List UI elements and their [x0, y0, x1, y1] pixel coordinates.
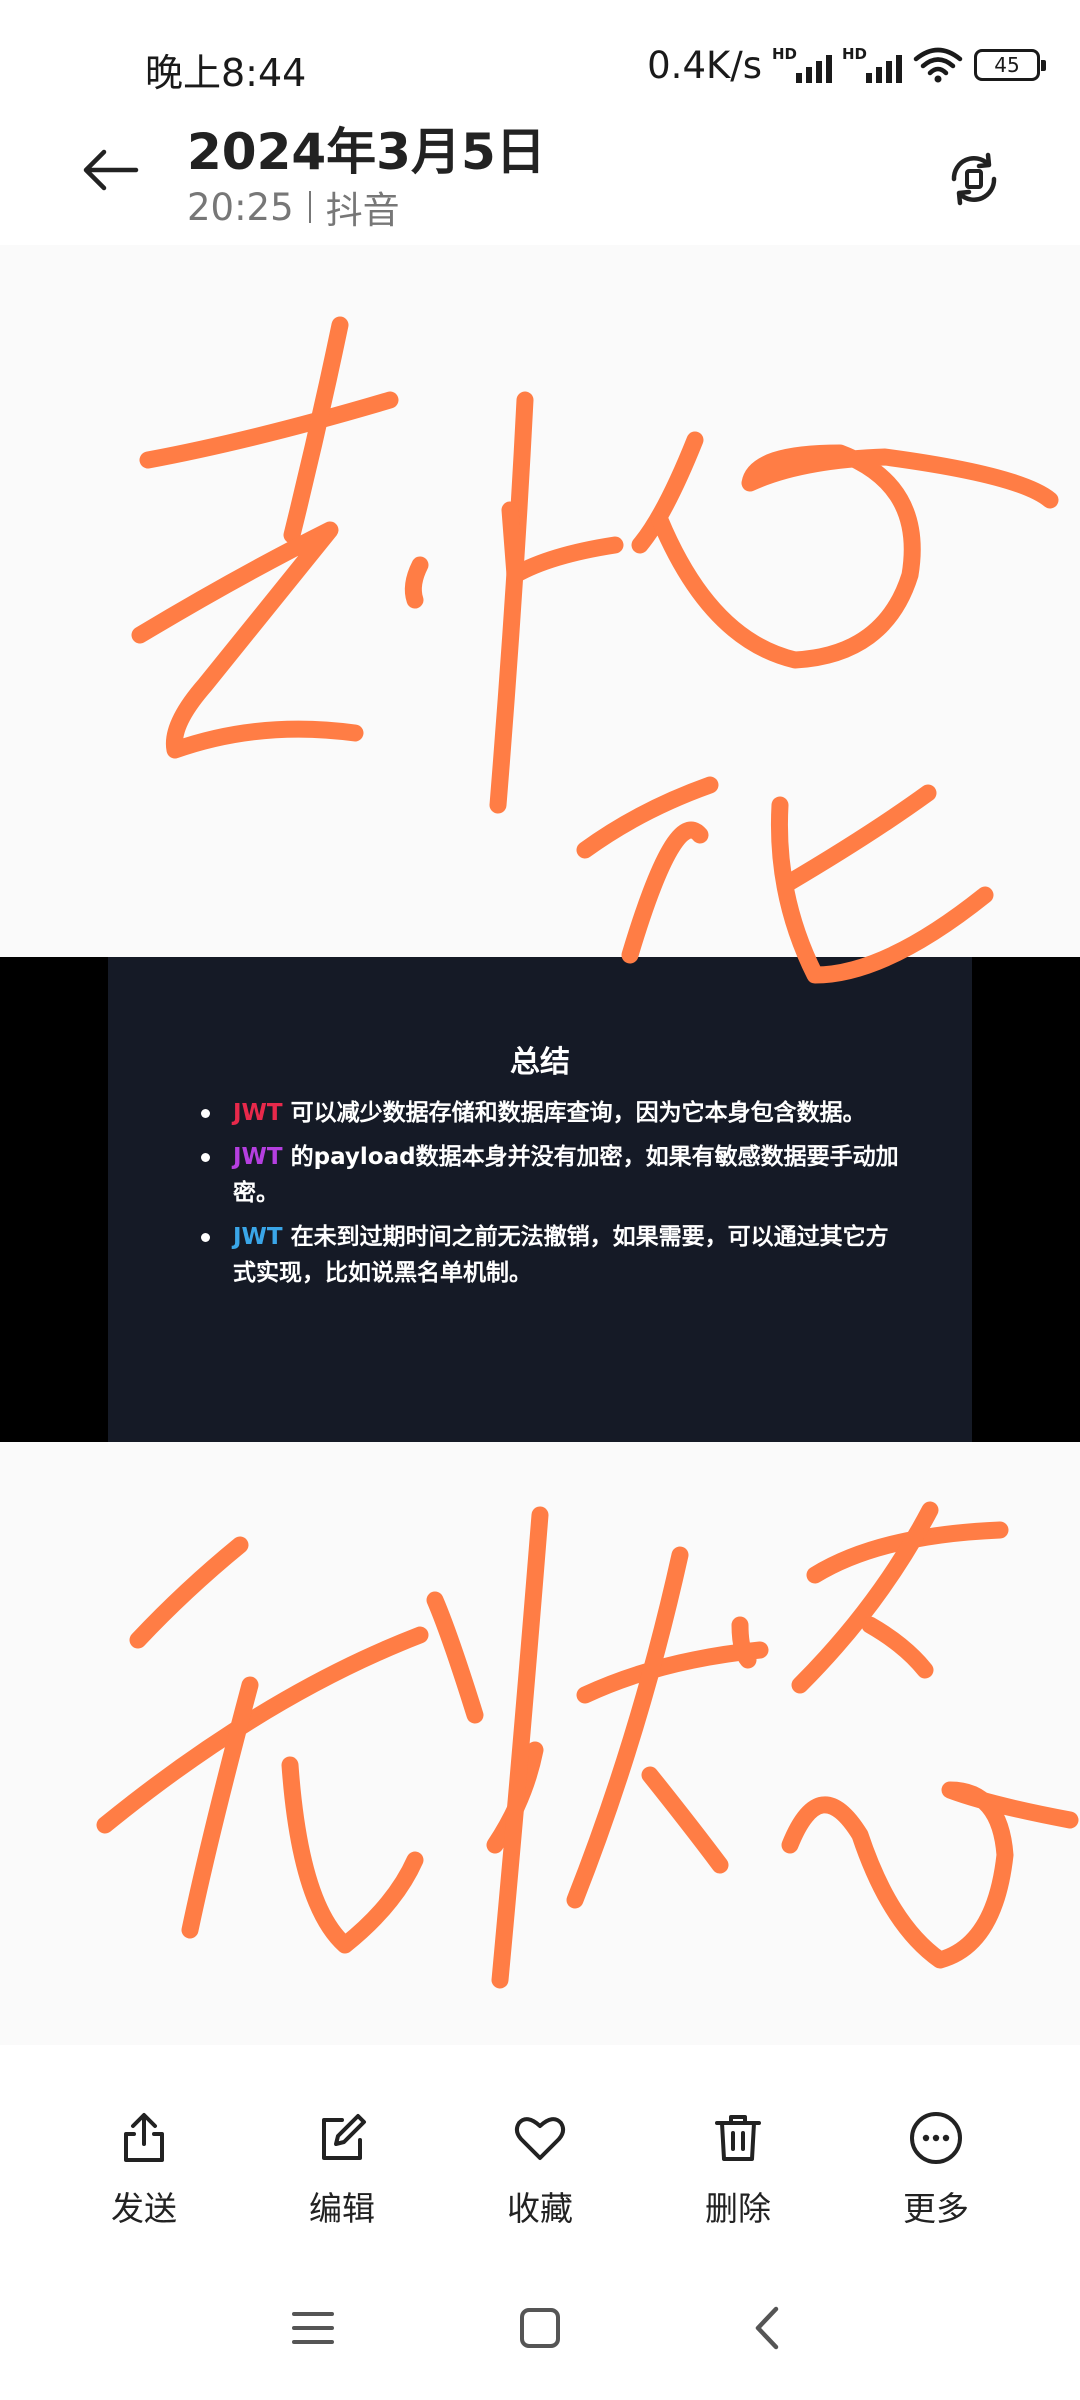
- sim1-hd-tag: HD: [772, 45, 798, 63]
- divider: [308, 191, 311, 223]
- favorite-label: 收藏: [507, 2189, 573, 2228]
- status-time: 晚上8:44: [145, 51, 307, 95]
- edit-label: 编辑: [309, 2189, 375, 2228]
- more-icon: [910, 2112, 962, 2164]
- rotate-button[interactable]: [935, 140, 1013, 218]
- slide-title: 总结: [510, 1045, 570, 1080]
- slide-bullet: JWT 的payload数据本身并没有加密，如果有敏感数据要手动加密。: [201, 1139, 908, 1211]
- send-button[interactable]: 发送: [69, 2110, 219, 2230]
- more-button[interactable]: 更多: [861, 2110, 1011, 2230]
- slide-band: 总结 JWT 可以减少数据存储和数据库查询，因为它本身包含数据。 JWT 的payl…: [0, 957, 1080, 1442]
- rotate-icon: [951, 152, 997, 206]
- back-icon: [755, 2306, 778, 2349]
- trash-icon: [715, 2115, 761, 2161]
- capture-time: 20:25: [187, 185, 294, 229]
- more-label: 更多: [903, 2189, 969, 2228]
- slide-image: 总结 JWT 可以减少数据存储和数据库查询，因为它本身包含数据。 JWT 的payl…: [108, 957, 972, 1442]
- edit-icon: [322, 2114, 366, 2160]
- sim2-hd-tag: HD: [842, 45, 868, 63]
- signal-icon: HD: [842, 45, 902, 85]
- image-viewer[interactable]: 总结 JWT 可以减少数据存储和数据库查询，因为它本身包含数据。 JWT 的payl…: [0, 245, 1080, 2045]
- nav-home-button[interactable]: [500, 2288, 580, 2368]
- battery-icon: 45: [974, 49, 1046, 81]
- slide-bullets: JWT 可以减少数据存储和数据库查询，因为它本身包含数据。 JWT 的payload…: [201, 1095, 908, 1299]
- arrow-left-icon: [83, 149, 139, 191]
- delete-label: 删除: [705, 2189, 771, 2228]
- bullet-text: 可以减少数据存储和数据库查询，因为它本身包含数据。: [290, 1100, 866, 1126]
- bottom-toolbar: 发送 编辑 收藏 删除 更多: [0, 2045, 1080, 2255]
- status-indicators: 0.4K/s HD HD 45: [647, 40, 1046, 90]
- slide-bullet: JWT 可以减少数据存储和数据库查询，因为它本身包含数据。: [201, 1095, 908, 1131]
- back-button[interactable]: [70, 130, 150, 210]
- edit-button[interactable]: 编辑: [267, 2110, 417, 2230]
- send-label: 发送: [111, 2189, 177, 2228]
- bullet-keyword: JWT: [233, 1100, 283, 1126]
- header: 2024年3月5日 20:25 抖音: [0, 110, 1080, 245]
- nav-menu-button[interactable]: [273, 2288, 353, 2368]
- system-nav-bar: [0, 2255, 1080, 2400]
- home-icon: [519, 2307, 560, 2348]
- bullet-text: 在未到过期时间之前无法撤销，如果需要，可以通过其它方式实现，比如说黑名单机制。: [233, 1224, 889, 1286]
- bullet-keyword: JWT: [233, 1144, 283, 1170]
- nav-back-button[interactable]: [727, 2288, 807, 2368]
- bullet-keyword: JWT: [233, 1224, 283, 1250]
- page-title: 2024年3月5日: [187, 123, 546, 181]
- wifi-icon: [913, 47, 963, 83]
- favorite-button[interactable]: 收藏: [465, 2110, 615, 2230]
- signal-icon: HD: [772, 45, 832, 85]
- share-icon: [124, 2113, 164, 2162]
- battery-level: 45: [994, 53, 1020, 77]
- status-bar: 晚上8:44 0.4K/s HD HD 45: [0, 0, 1080, 110]
- capture-source: 抖音: [325, 189, 400, 232]
- network-speed: 0.4K/s: [647, 43, 762, 87]
- page-subtitle: 20:25 抖音: [187, 180, 400, 234]
- menu-icon: [292, 2311, 335, 2344]
- delete-button[interactable]: 删除: [663, 2110, 813, 2230]
- bullet-text: 的payload数据本身并没有加密，如果有敏感数据要手动加密。: [233, 1144, 899, 1206]
- slide-bullet: JWT 在未到过期时间之前无法撤销，如果需要，可以通过其它方式实现，比如说黑名单机…: [201, 1219, 908, 1291]
- heart-icon: [514, 2117, 566, 2160]
